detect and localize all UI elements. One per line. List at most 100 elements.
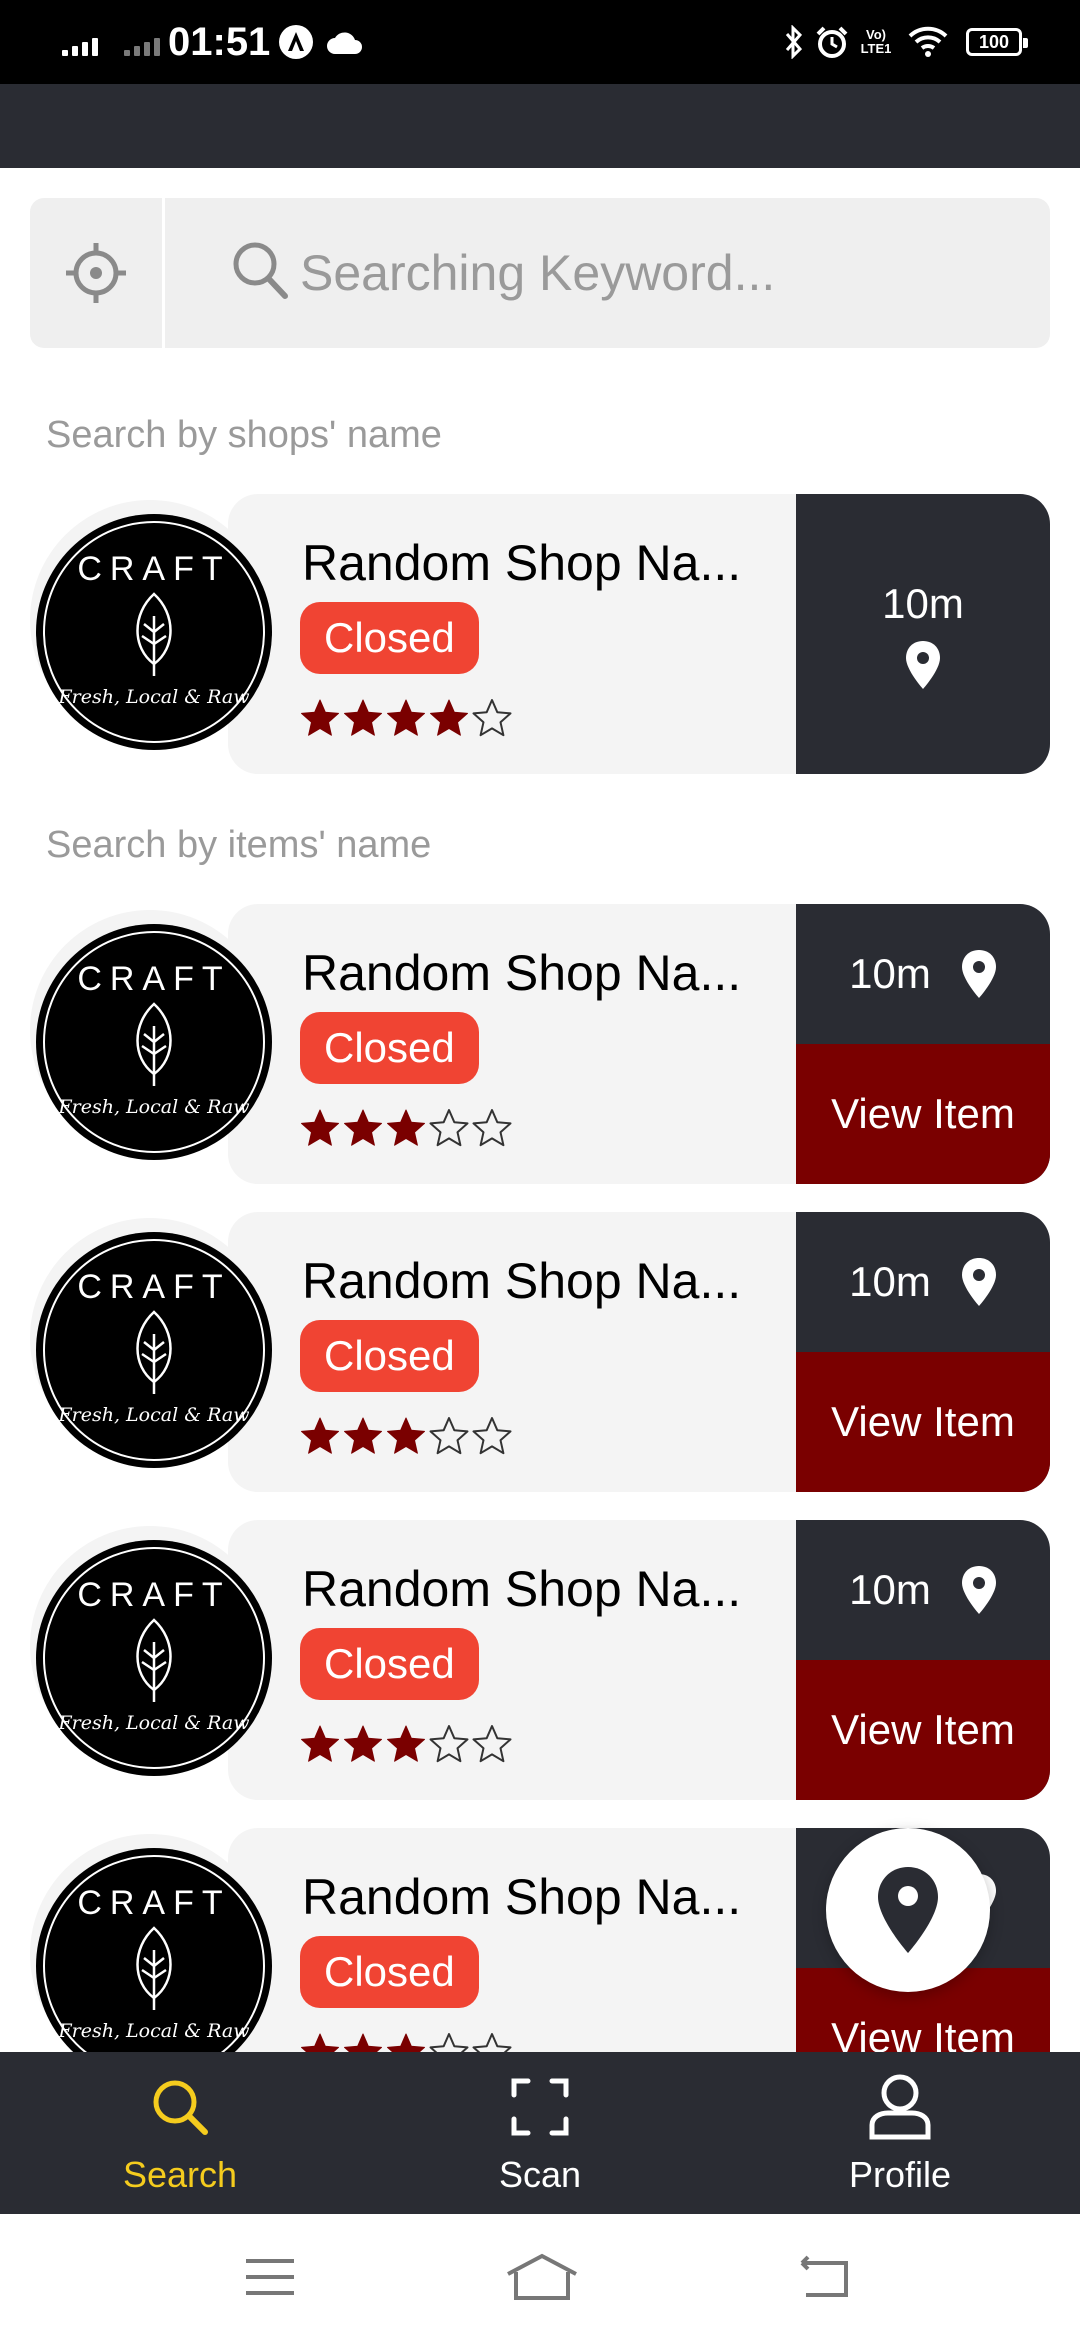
item-actions-panel: 10m View Item	[796, 1212, 1050, 1492]
system-navigation	[0, 2214, 1080, 2340]
location-pin-icon	[961, 950, 996, 998]
search-icon	[145, 2072, 215, 2142]
volte-icon: Vo) LTE1	[860, 27, 892, 56]
shop-logo: CRAFT Fresh, Local & Raw	[36, 1540, 272, 1776]
shop-name: Random Shop Na...	[302, 1561, 742, 1617]
star-filled-icon	[301, 1417, 339, 1454]
logo-tagline: Fresh, Local & Raw	[58, 1404, 250, 1426]
star-filled-icon	[344, 699, 382, 736]
battery-icon: 100	[966, 28, 1028, 56]
shop-name: Random Shop Na...	[302, 535, 742, 591]
item-result-card[interactable]: CRAFT Fresh, Local & Raw Random Shop Na.…	[30, 1520, 1050, 1800]
shop-name: Random Shop Na...	[302, 1869, 742, 1925]
location-pin-icon	[961, 1258, 996, 1306]
locate-button[interactable]	[30, 198, 162, 348]
nav-scan[interactable]: Scan	[390, 2052, 690, 2214]
signal-icon-secondary	[124, 36, 160, 56]
logo-word: CRAFT	[77, 550, 231, 588]
search-input[interactable]	[300, 228, 1020, 318]
view-item-button[interactable]: View Item	[796, 1660, 1050, 1800]
home-icon[interactable]	[500, 2244, 584, 2310]
view-item-button[interactable]: View Item	[796, 1044, 1050, 1184]
leaf-icon	[136, 592, 172, 676]
shop-name: Random Shop Na...	[302, 945, 742, 1001]
shop-result-card[interactable]: CRAFT Fresh, Local & Raw Random Shop Na.…	[30, 494, 1050, 774]
app-notification-icon	[276, 22, 316, 62]
shops-section-label: Search by shops' name	[46, 414, 442, 456]
alarm-icon	[812, 22, 852, 62]
cloud-icon	[322, 22, 368, 62]
star-empty-icon	[429, 1417, 469, 1455]
status-badge: Closed	[300, 602, 479, 674]
crosshair-icon	[66, 243, 126, 303]
status-bar: 01:51 Vo) LTE1 100	[0, 0, 1080, 84]
shop-name: Random Shop Na...	[302, 1253, 742, 1309]
location-pin-icon	[878, 1867, 938, 1953]
view-item-button[interactable]: View Item	[796, 1352, 1050, 1492]
leaf-icon	[136, 1310, 172, 1394]
logo-word: CRAFT	[77, 1884, 231, 1922]
leaf-icon	[136, 1618, 172, 1702]
distance-row[interactable]: 10m	[796, 904, 1050, 1044]
distance-row[interactable]: 10m	[796, 1520, 1050, 1660]
distance-label: 10m	[882, 580, 964, 627]
star-empty-icon	[472, 699, 512, 737]
shop-logo: CRAFT Fresh, Local & Raw	[36, 1232, 272, 1468]
distance-row[interactable]: 10m	[796, 1212, 1050, 1352]
logo-tagline: Fresh, Local & Raw	[58, 1096, 250, 1118]
item-actions-panel: 10m View Item	[796, 904, 1050, 1184]
search-icon	[233, 242, 288, 299]
star-empty-icon	[472, 1417, 512, 1455]
map-fab-button[interactable]	[826, 1828, 990, 1992]
leaf-icon	[136, 1002, 172, 1086]
logo-tagline: Fresh, Local & Raw	[58, 2020, 250, 2042]
app-header	[0, 84, 1080, 168]
item-actions-panel: 10m View Item	[796, 1520, 1050, 1800]
nav-label: Search	[122, 2154, 238, 2195]
distance-panel[interactable]: 10m	[796, 494, 1050, 774]
distance-label: 10m	[849, 1566, 931, 1613]
rating-stars	[300, 1108, 512, 1148]
leaf-icon	[136, 1926, 172, 2010]
logo-word: CRAFT	[77, 1576, 231, 1614]
bluetooth-icon	[782, 22, 806, 62]
star-filled-icon	[387, 699, 425, 736]
status-badge: Closed	[300, 1320, 479, 1392]
star-filled-icon	[344, 1725, 382, 1762]
items-section-label: Search by items' name	[46, 824, 432, 866]
star-filled-icon	[387, 1109, 425, 1146]
status-badge: Closed	[300, 1628, 479, 1700]
rating-stars	[300, 1724, 512, 1764]
logo-word: CRAFT	[77, 1268, 231, 1306]
status-badge: Closed	[300, 1012, 479, 1084]
shop-logo: CRAFT Fresh, Local & Raw	[36, 1848, 272, 2084]
location-pin-icon	[906, 641, 940, 689]
profile-icon	[865, 2072, 935, 2142]
item-result-card[interactable]: CRAFT Fresh, Local & Raw Random Shop Na.…	[30, 904, 1050, 1184]
star-filled-icon	[387, 1725, 425, 1762]
nav-profile[interactable]: Profile	[750, 2052, 1050, 2214]
signal-icon	[62, 36, 98, 56]
logo-word: CRAFT	[77, 960, 231, 998]
star-empty-icon	[472, 1109, 512, 1147]
status-badge: Closed	[300, 1936, 479, 2008]
star-filled-icon	[301, 1109, 339, 1146]
scan-icon	[505, 2072, 575, 2142]
star-empty-icon	[429, 1725, 469, 1763]
location-pin-icon	[961, 1566, 996, 1614]
item-result-card[interactable]: CRAFT Fresh, Local & Raw Random Shop Na.…	[30, 1212, 1050, 1492]
menu-icon[interactable]	[230, 2244, 310, 2310]
bottom-navigation: Search Scan Profile	[0, 2052, 1080, 2214]
star-filled-icon	[430, 699, 468, 736]
distance-label: 10m	[849, 950, 931, 997]
shop-logo: CRAFT Fresh, Local & Raw	[36, 924, 272, 1160]
nav-label: Scan	[498, 2154, 582, 2195]
search-bar	[30, 198, 1050, 348]
star-filled-icon	[301, 1725, 339, 1762]
back-icon[interactable]	[784, 2244, 864, 2310]
nav-search[interactable]: Search	[30, 2052, 330, 2214]
star-filled-icon	[344, 1417, 382, 1454]
rating-stars	[300, 698, 512, 738]
shop-logo: CRAFT Fresh, Local & Raw	[36, 514, 272, 750]
status-time: 01:51	[168, 20, 271, 64]
